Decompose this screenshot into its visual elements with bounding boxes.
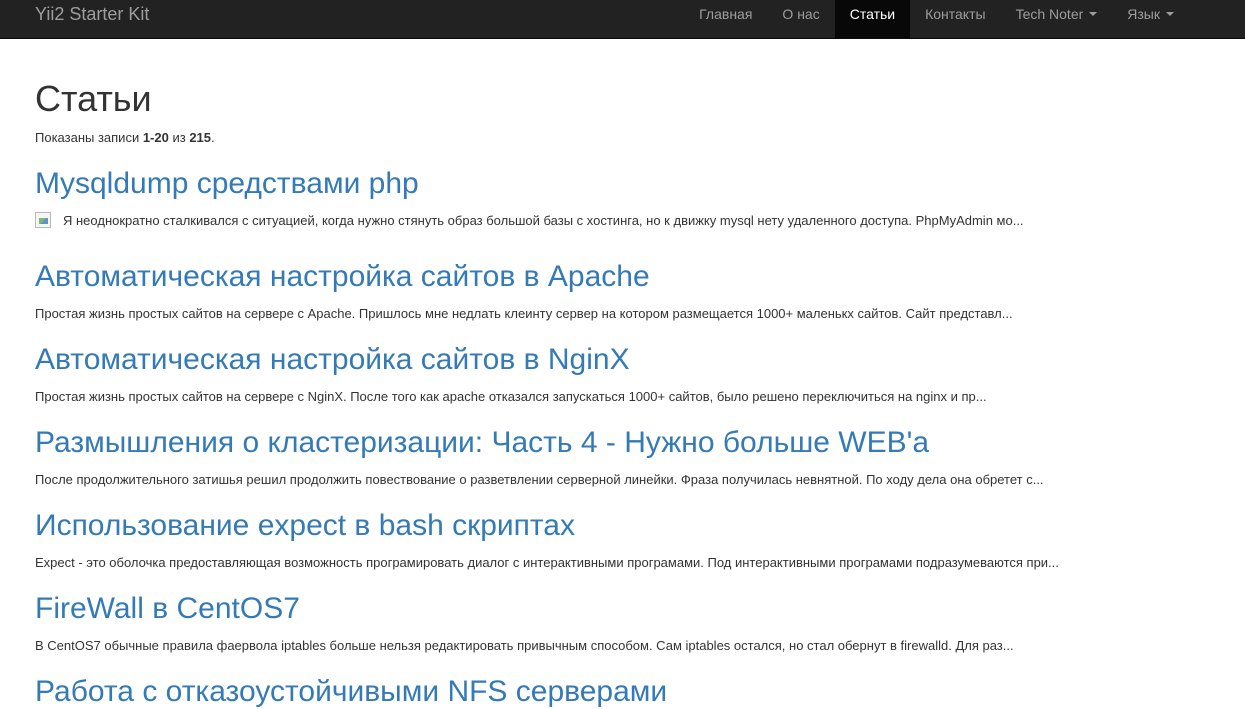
caret-down-icon xyxy=(1089,12,1098,17)
nav-item-label: О нас xyxy=(782,6,820,22)
nav-item-label: Язык xyxy=(1127,6,1160,22)
pagination-summary: Показаны записи 1-20 из 215. xyxy=(35,129,215,147)
article-title-link[interactable]: Размышления о кластеризации: Часть 4 - Н… xyxy=(35,426,929,460)
article-title-link[interactable]: Mysqldump средствами php xyxy=(35,167,419,201)
article-excerpt: Простая жизнь простых сайтов на сервере … xyxy=(35,389,987,404)
summary-total: 215 xyxy=(189,130,212,145)
article-title-link[interactable]: Использование expect в bash скриптах xyxy=(35,509,575,543)
caret-down-icon xyxy=(1166,12,1174,17)
nav-item-label: Главная xyxy=(699,6,753,22)
summary-prefix: Показаны записи xyxy=(35,130,143,145)
nav-item-about[interactable]: О нас xyxy=(767,0,834,39)
main-nav: Главная О нас Статьи Контакты Tech Noter… xyxy=(684,0,1189,39)
nav-item-label: Tech Noter xyxy=(1015,6,1084,22)
article-excerpt: В CentOS7 обычные правила фаервола iptab… xyxy=(35,638,1014,653)
nav-item-label: Статьи xyxy=(849,6,896,22)
broken-image-icon xyxy=(35,212,51,228)
brand-link[interactable]: Yii2 Starter Kit xyxy=(35,4,149,24)
article-title-link[interactable]: Автоматическая настройка сайтов в Apache xyxy=(35,260,650,294)
summary-range: 1-20 xyxy=(142,130,169,145)
summary-mid: из xyxy=(168,130,190,145)
article-title-link[interactable]: FireWall в CentOS7 xyxy=(35,592,300,626)
nav-dropdown-language[interactable]: Язык xyxy=(1112,0,1189,39)
nav-item-home[interactable]: Главная xyxy=(684,0,767,39)
article-excerpt-text: Я неоднократно сталкивался с ситуацией, … xyxy=(63,213,1024,228)
article-excerpt: Я неоднократно сталкивался с ситуацией, … xyxy=(35,212,1024,230)
summary-suffix: . xyxy=(211,130,215,145)
article-excerpt: После продолжительного затишья решил про… xyxy=(35,472,1044,487)
nav-item-articles[interactable]: Статьи xyxy=(834,0,911,39)
article-excerpt: Простая жизнь простых сайтов на сервере … xyxy=(35,306,1013,321)
article-excerpt: Expect - это оболочка предоставляющая во… xyxy=(35,555,1059,570)
nav-dropdown-tech-noter[interactable]: Tech Noter xyxy=(1001,0,1113,39)
top-navbar: Yii2 Starter Kit Главная О нас Статьи Ко… xyxy=(0,0,1245,39)
article-title-link[interactable]: Автоматическая настройка сайтов в NginX xyxy=(35,343,630,377)
nav-item-label: Контакты xyxy=(925,6,986,22)
nav-item-contacts[interactable]: Контакты xyxy=(910,0,1000,39)
page-title: Статьи xyxy=(35,78,152,119)
article-title-link[interactable]: Работа с отказоустойчивыми NFS серверами xyxy=(35,675,667,709)
